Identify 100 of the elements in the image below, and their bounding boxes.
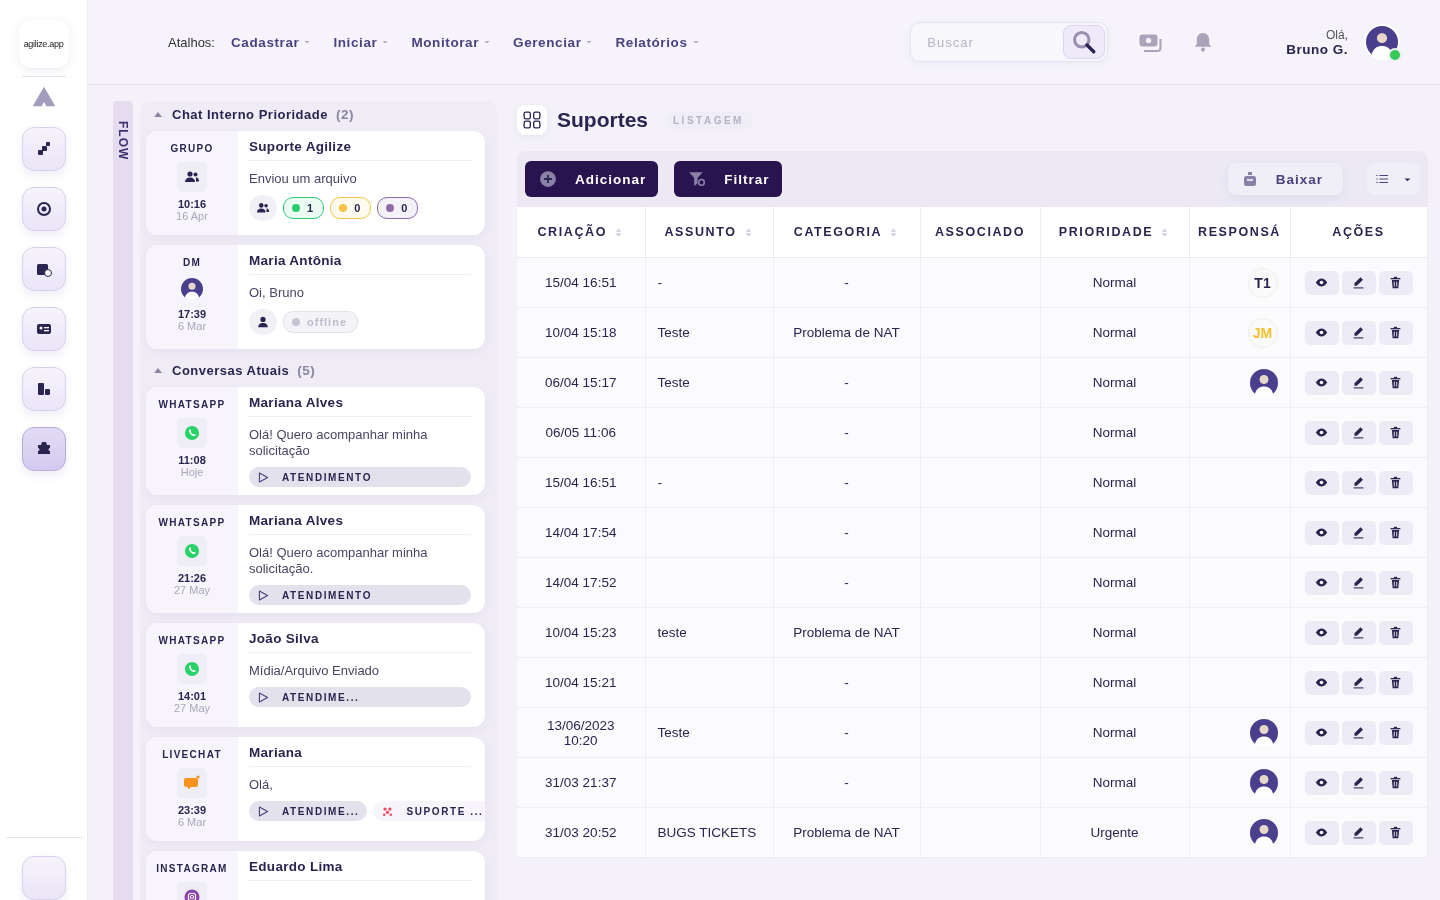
sidebar-button[interactable] bbox=[21, 187, 66, 231]
delete-button[interactable] bbox=[1378, 570, 1413, 595]
sort-icon bbox=[613, 226, 624, 238]
delete-button[interactable] bbox=[1378, 620, 1413, 645]
delete-button[interactable] bbox=[1378, 370, 1413, 395]
sidebar-button[interactable] bbox=[21, 247, 66, 291]
delete-button[interactable] bbox=[1378, 720, 1413, 745]
message-date: 27 May bbox=[173, 584, 211, 596]
edit-button[interactable] bbox=[1341, 420, 1376, 445]
view-button[interactable] bbox=[1304, 820, 1339, 845]
column-header[interactable]: CRIAÇÃO bbox=[517, 207, 645, 258]
channel-label: GRUPO bbox=[170, 143, 214, 154]
search-input[interactable]: Buscar bbox=[925, 33, 1064, 51]
delete-button[interactable] bbox=[1378, 320, 1413, 345]
view-button[interactable] bbox=[1304, 520, 1339, 545]
conversation-card[interactable]: WHATSAPP 14:01 27 May João Silva Mídia/Arquivo Enviado ATENDIME... bbox=[146, 623, 485, 727]
play-icon bbox=[257, 804, 270, 818]
delete-button[interactable] bbox=[1378, 670, 1413, 695]
delete-button[interactable] bbox=[1378, 770, 1413, 795]
eye-icon bbox=[1315, 776, 1328, 789]
conversation-card[interactable]: WHATSAPP 11:08 Hoje Mariana Alves Olá! Quero acompanhar minha solicitação ATENDIMENTO bbox=[146, 387, 485, 495]
queue-tag[interactable]: ATENDIMENTO bbox=[249, 585, 471, 605]
conversation-card[interactable]: LIVECHAT 23:39 6 Mar Mariana Olá, ATENDIME... SUPORTE ... bbox=[146, 737, 485, 841]
caret-icon bbox=[691, 38, 700, 46]
group-button[interactable] bbox=[249, 195, 277, 221]
list-icon bbox=[1375, 172, 1389, 186]
delete-button[interactable] bbox=[1378, 420, 1413, 445]
search-button[interactable] bbox=[1063, 25, 1106, 59]
filter-button[interactable]: Filtrar bbox=[674, 161, 782, 197]
queue-tag[interactable]: ATENDIMENTO bbox=[249, 467, 471, 487]
add-button[interactable]: Adicionar bbox=[525, 161, 659, 197]
sidebar-button[interactable] bbox=[21, 307, 66, 351]
table-cell: BUGS TICKETS bbox=[657, 825, 757, 840]
view-button[interactable] bbox=[1304, 720, 1339, 745]
menu-dropdown[interactable]: Gerenciar bbox=[513, 34, 594, 50]
edit-button[interactable] bbox=[1341, 720, 1376, 745]
view-button[interactable] bbox=[1304, 620, 1339, 645]
queue-tag[interactable]: ATENDIME... bbox=[249, 801, 368, 821]
queue-tag[interactable]: ATENDIME... bbox=[249, 687, 471, 707]
channel-label: LIVECHAT bbox=[162, 749, 222, 760]
menu-dropdown[interactable]: Cadastrar bbox=[231, 34, 312, 50]
view-button[interactable] bbox=[1304, 370, 1339, 395]
view-button[interactable] bbox=[1304, 570, 1339, 595]
sidebar-button[interactable] bbox=[21, 367, 66, 411]
search-field[interactable]: Buscar bbox=[910, 22, 1109, 62]
sidebar-button[interactable] bbox=[21, 127, 66, 171]
view-button[interactable] bbox=[1304, 320, 1339, 345]
view-button[interactable] bbox=[1304, 470, 1339, 495]
view-button[interactable] bbox=[1304, 670, 1339, 695]
table-cell: Problema de NAT bbox=[793, 325, 900, 340]
user-avatar[interactable] bbox=[1364, 24, 1400, 60]
sidebar-button[interactable] bbox=[21, 427, 66, 471]
message-preview: Olá! Quero acompanhar minha solicitação bbox=[249, 427, 429, 459]
edit-button[interactable] bbox=[1341, 470, 1376, 495]
contact-name: Suporte Agilize bbox=[249, 139, 471, 161]
delete-button[interactable] bbox=[1378, 820, 1413, 845]
conversation-card[interactable]: WHATSAPP 21:26 27 May Mariana Alves Olá! Quero acompanhar minha solicitação. ATENDIMENTO bbox=[146, 505, 485, 613]
section-header[interactable]: Chat Interno Prioridade (2) bbox=[146, 101, 360, 127]
edit-button[interactable] bbox=[1341, 820, 1376, 845]
conversation-card[interactable]: INSTAGRAM Eduardo Lima bbox=[146, 851, 485, 900]
delete-button[interactable] bbox=[1378, 520, 1413, 545]
edit-button[interactable] bbox=[1341, 620, 1376, 645]
download-button[interactable]: Baixar bbox=[1227, 163, 1343, 195]
column-header[interactable]: CATEGORIA bbox=[773, 207, 920, 258]
edit-button[interactable] bbox=[1341, 570, 1376, 595]
edit-button[interactable] bbox=[1341, 670, 1376, 695]
logo[interactable]: agilize.app bbox=[18, 20, 69, 68]
column-header[interactable]: PRIORIDADE bbox=[1040, 207, 1189, 258]
edit-button[interactable] bbox=[1341, 270, 1376, 295]
column-header[interactable]: ASSUNTO bbox=[645, 207, 773, 258]
edit-button[interactable] bbox=[1341, 320, 1376, 345]
menu-dropdown[interactable]: Monitorar bbox=[411, 34, 492, 50]
delete-button[interactable] bbox=[1378, 270, 1413, 295]
count-pill: 0 bbox=[377, 197, 419, 219]
section-header[interactable]: Conversas Atuais (5) bbox=[146, 357, 322, 383]
eye-icon bbox=[1315, 426, 1328, 439]
avatar bbox=[1249, 768, 1278, 797]
view-button[interactable] bbox=[1304, 270, 1339, 295]
message-time: 11:08 bbox=[178, 454, 206, 466]
blocks-icon bbox=[35, 141, 52, 157]
page-badge: LISTAGEM bbox=[664, 111, 753, 129]
table-cell: Normal bbox=[1092, 425, 1137, 440]
delete-button[interactable] bbox=[1378, 470, 1413, 495]
view-button[interactable] bbox=[1304, 420, 1339, 445]
column-header: AÇÕES bbox=[1290, 207, 1427, 258]
team-tag[interactable]: SUPORTE ... bbox=[373, 801, 485, 821]
pencil-icon bbox=[1352, 726, 1365, 739]
view-button[interactable] bbox=[1304, 770, 1339, 795]
avatar bbox=[181, 278, 203, 300]
menu-dropdown[interactable]: Relatórios bbox=[615, 34, 700, 50]
flow-tab[interactable]: FLOW bbox=[113, 101, 133, 900]
menu-dropdown[interactable]: Iniciar bbox=[333, 34, 390, 50]
edit-button[interactable] bbox=[1341, 770, 1376, 795]
conversation-card[interactable]: GRUPO 10:16 16 Apr Suporte Agilize Enviou um arquivo 1 0 0 bbox=[146, 131, 485, 235]
eye-icon bbox=[1315, 576, 1328, 589]
edit-button[interactable] bbox=[1341, 370, 1376, 395]
pencil-icon bbox=[1352, 426, 1365, 439]
edit-button[interactable] bbox=[1341, 520, 1376, 545]
caret-icon bbox=[381, 38, 390, 46]
person-button[interactable] bbox=[249, 309, 277, 335]
